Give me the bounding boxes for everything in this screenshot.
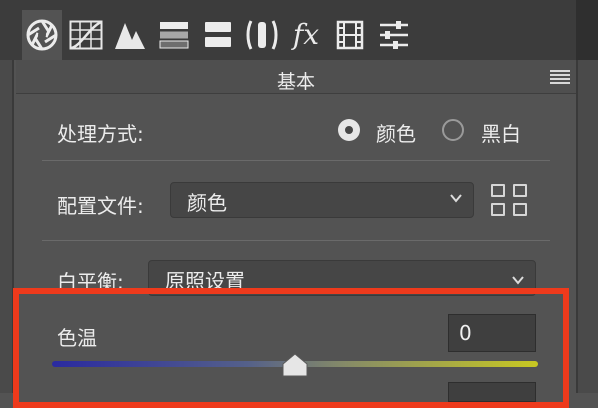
profile-grid-icon[interactable] bbox=[491, 184, 531, 218]
treatment-label: 处理方式: bbox=[57, 122, 144, 146]
aperture-icon bbox=[26, 19, 58, 51]
sliders-icon bbox=[380, 21, 408, 49]
section-divider bbox=[42, 160, 550, 161]
right-scrollbar-track[interactable] bbox=[576, 60, 598, 393]
tool-presets[interactable] bbox=[374, 10, 414, 60]
panel-title: 基本 bbox=[276, 71, 315, 93]
tool-hsl[interactable] bbox=[154, 10, 194, 60]
highlight-annotation bbox=[13, 288, 569, 408]
toolbar-scroll-edge bbox=[576, 0, 598, 60]
panel-top-strip bbox=[0, 0, 598, 10]
profile-dropdown-value: 颜色 bbox=[187, 191, 227, 215]
tool-detail[interactable] bbox=[110, 10, 150, 60]
hsl-bars-icon bbox=[159, 22, 189, 49]
tool-lens-corrections[interactable] bbox=[242, 10, 282, 60]
fx-icon: fx bbox=[292, 18, 320, 51]
section-divider bbox=[42, 240, 550, 241]
tool-effects[interactable]: fx bbox=[286, 10, 326, 60]
profile-label: 配置文件: bbox=[57, 194, 144, 218]
tool-calibration[interactable] bbox=[330, 10, 370, 60]
tool-basic[interactable] bbox=[22, 10, 62, 60]
lens-correction-icon bbox=[246, 20, 278, 50]
treatment-bw-radio[interactable] bbox=[442, 119, 464, 141]
tool-split-toning[interactable] bbox=[198, 10, 238, 60]
tone-curve-grid-icon bbox=[69, 20, 103, 50]
chevron-down-icon bbox=[512, 276, 524, 285]
film-strip-icon bbox=[336, 20, 364, 50]
profile-dropdown[interactable]: 颜色 bbox=[170, 182, 474, 218]
panel-menu-icon[interactable] bbox=[550, 70, 570, 84]
split-toning-icon bbox=[205, 22, 231, 47]
treatment-bw-label[interactable]: 黑白 bbox=[481, 118, 521, 147]
tool-tone-curve[interactable] bbox=[66, 10, 106, 60]
chevron-down-icon bbox=[450, 194, 462, 203]
panel-header[interactable]: 基本 bbox=[16, 60, 576, 94]
treatment-color-radio[interactable] bbox=[338, 119, 360, 141]
mountains-detail-icon bbox=[115, 23, 145, 49]
treatment-color-label[interactable]: 颜色 bbox=[376, 118, 416, 147]
left-panel-edge bbox=[0, 60, 14, 393]
